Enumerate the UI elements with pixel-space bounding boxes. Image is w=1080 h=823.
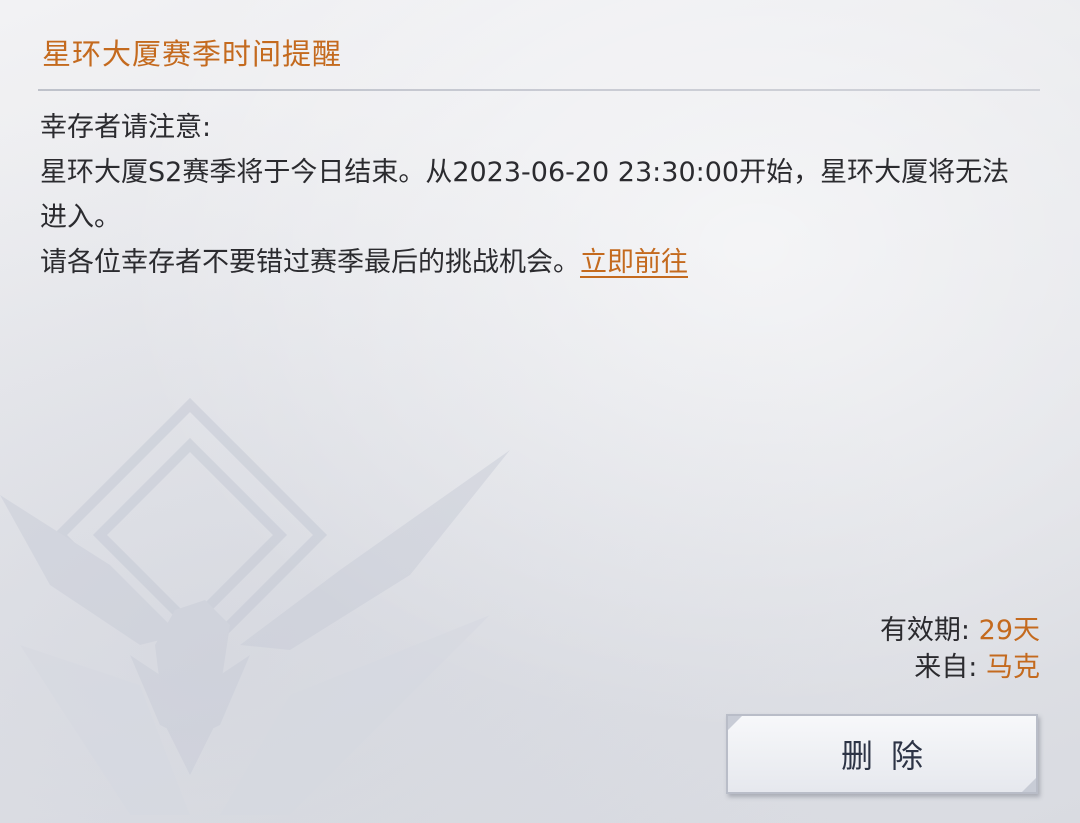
mail-meta: 有效期: 29天 来自: 马克 [880, 612, 1040, 686]
mail-body-line: 请各位幸存者不要错过赛季最后的挑战机会。立即前往 [40, 240, 1050, 285]
delete-button-label: 删除 [840, 737, 941, 775]
eagle-emblem-icon [0, 397, 510, 815]
mail-detail-panel: 星环大厦赛季时间提醒 幸存者请注意: 星环大厦S2赛季将于今日结束。从2023-… [0, 0, 1080, 823]
mail-body-line: 星环大厦S2赛季将于今日结束。从2023-06-20 23:30:00开始，星环… [40, 157, 1010, 188]
mail-body-line: 进入。 [40, 202, 121, 233]
validity-row: 有效期: 29天 [880, 612, 1040, 649]
validity-value: 29天 [978, 615, 1040, 646]
title-divider [38, 89, 1040, 91]
mail-body-text: 请各位幸存者不要错过赛季最后的挑战机会。 [40, 247, 580, 278]
delete-button[interactable]: 删除 [726, 714, 1038, 794]
mail-body: 幸存者请注意: 星环大厦S2赛季将于今日结束。从2023-06-20 23:30… [40, 105, 1050, 285]
go-now-link[interactable]: 立即前往 [580, 247, 688, 278]
sender-label: 来自: [914, 652, 978, 683]
mail-title: 星环大厦赛季时间提醒 [42, 37, 343, 71]
mail-greeting: 幸存者请注意: [40, 112, 212, 143]
sender-row: 来自: 马克 [880, 649, 1040, 686]
validity-label: 有效期: [879, 615, 971, 646]
sender-value: 马克 [986, 652, 1040, 683]
